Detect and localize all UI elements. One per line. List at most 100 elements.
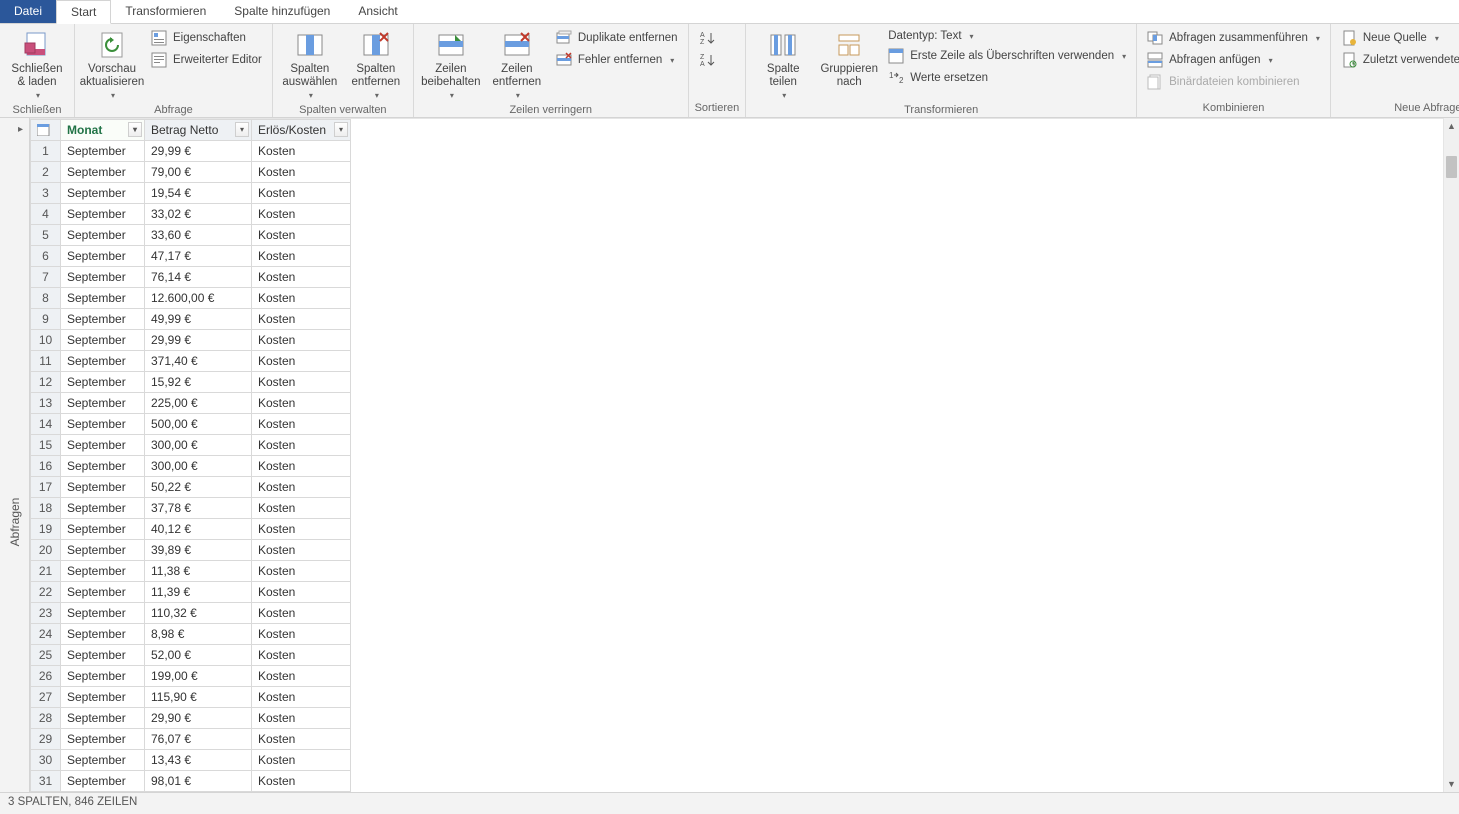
advanced-editor-button[interactable]: Erweiterter Editor <box>147 50 266 70</box>
row-number[interactable]: 11 <box>31 351 61 372</box>
table-row[interactable]: 4September33,02 €Kosten <box>31 204 351 225</box>
cell-monat[interactable]: September <box>61 435 145 456</box>
cell-betrag[interactable]: 49,99 € <box>145 309 252 330</box>
table-row[interactable]: 29September76,07 €Kosten <box>31 729 351 750</box>
row-number[interactable]: 15 <box>31 435 61 456</box>
remove-errors-button[interactable]: Fehler entfernen <box>552 50 682 70</box>
table-corner[interactable] <box>31 120 61 141</box>
table-row[interactable]: 7September76,14 €Kosten <box>31 267 351 288</box>
cell-erloes[interactable]: Kosten <box>252 582 351 603</box>
filter-monat[interactable]: ▾ <box>128 122 142 137</box>
cell-erloes[interactable]: Kosten <box>252 666 351 687</box>
cell-betrag[interactable]: 79,00 € <box>145 162 252 183</box>
cell-betrag[interactable]: 110,32 € <box>145 603 252 624</box>
cell-betrag[interactable]: 300,00 € <box>145 435 252 456</box>
cell-erloes[interactable]: Kosten <box>252 456 351 477</box>
cell-erloes[interactable]: Kosten <box>252 708 351 729</box>
row-number[interactable]: 14 <box>31 414 61 435</box>
table-row[interactable]: 24September8,98 €Kosten <box>31 624 351 645</box>
cell-betrag[interactable]: 33,02 € <box>145 204 252 225</box>
row-number[interactable]: 13 <box>31 393 61 414</box>
cell-betrag[interactable]: 225,00 € <box>145 393 252 414</box>
row-number[interactable]: 8 <box>31 288 61 309</box>
replace-values-button[interactable]: 12Werte ersetzen <box>884 68 1130 88</box>
cell-erloes[interactable]: Kosten <box>252 750 351 771</box>
scroll-up-button[interactable]: ▲ <box>1444 118 1459 134</box>
table-row[interactable]: 2September79,00 €Kosten <box>31 162 351 183</box>
row-number[interactable]: 9 <box>31 309 61 330</box>
cell-monat[interactable]: September <box>61 456 145 477</box>
column-header-monat[interactable]: Monat▾ <box>61 120 145 141</box>
table-row[interactable]: 31September98,01 €Kosten <box>31 771 351 792</box>
row-number[interactable]: 30 <box>31 750 61 771</box>
table-row[interactable]: 8September12.600,00 €Kosten <box>31 288 351 309</box>
cell-erloes[interactable]: Kosten <box>252 288 351 309</box>
table-row[interactable]: 1September29,99 €Kosten <box>31 141 351 162</box>
cell-erloes[interactable]: Kosten <box>252 561 351 582</box>
remove-duplicates-button[interactable]: Duplikate entfernen <box>552 28 682 48</box>
cell-betrag[interactable]: 40,12 € <box>145 519 252 540</box>
table-row[interactable]: 16September300,00 €Kosten <box>31 456 351 477</box>
cell-monat[interactable]: September <box>61 561 145 582</box>
cell-erloes[interactable]: Kosten <box>252 540 351 561</box>
cell-monat[interactable]: September <box>61 666 145 687</box>
cell-erloes[interactable]: Kosten <box>252 498 351 519</box>
cell-erloes[interactable]: Kosten <box>252 687 351 708</box>
new-source-button[interactable]: Neue Quelle <box>1337 28 1459 48</box>
first-row-header-button[interactable]: Erste Zeile als Überschriften verwenden <box>884 46 1130 66</box>
table-row[interactable]: 18September37,78 €Kosten <box>31 498 351 519</box>
cell-betrag[interactable]: 11,38 € <box>145 561 252 582</box>
cell-monat[interactable]: September <box>61 330 145 351</box>
cell-monat[interactable]: September <box>61 288 145 309</box>
table-row[interactable]: 17September50,22 €Kosten <box>31 477 351 498</box>
table-row[interactable]: 19September40,12 €Kosten <box>31 519 351 540</box>
cell-erloes[interactable]: Kosten <box>252 351 351 372</box>
cell-betrag[interactable]: 29,99 € <box>145 330 252 351</box>
refresh-preview-button[interactable]: Vorschauaktualisieren <box>81 26 143 102</box>
cell-betrag[interactable]: 98,01 € <box>145 771 252 792</box>
remove-columns-button[interactable]: Spaltenentfernen <box>345 26 407 102</box>
cell-erloes[interactable]: Kosten <box>252 477 351 498</box>
cell-monat[interactable]: September <box>61 309 145 330</box>
cell-monat[interactable]: September <box>61 645 145 666</box>
filter-erloes[interactable]: ▾ <box>334 122 348 137</box>
row-number[interactable]: 10 <box>31 330 61 351</box>
append-queries-button[interactable]: Abfragen anfügen <box>1143 50 1324 70</box>
cell-betrag[interactable]: 12.600,00 € <box>145 288 252 309</box>
table-row[interactable]: 11September371,40 €Kosten <box>31 351 351 372</box>
tab-view[interactable]: Ansicht <box>344 0 411 23</box>
cell-betrag[interactable]: 29,99 € <box>145 141 252 162</box>
cell-betrag[interactable]: 500,00 € <box>145 414 252 435</box>
cell-betrag[interactable]: 37,78 € <box>145 498 252 519</box>
row-number[interactable]: 18 <box>31 498 61 519</box>
row-number[interactable]: 19 <box>31 519 61 540</box>
cell-betrag[interactable]: 371,40 € <box>145 351 252 372</box>
recent-sources-button[interactable]: Zuletzt verwendete Quellen <box>1337 50 1459 70</box>
cell-betrag[interactable]: 76,07 € <box>145 729 252 750</box>
cell-betrag[interactable]: 29,90 € <box>145 708 252 729</box>
cell-erloes[interactable]: Kosten <box>252 624 351 645</box>
cell-monat[interactable]: September <box>61 498 145 519</box>
expand-queries-button[interactable]: ▸ <box>18 124 23 135</box>
column-header-erloes[interactable]: Erlös/Kosten▾ <box>252 120 351 141</box>
table-row[interactable]: 22September11,39 €Kosten <box>31 582 351 603</box>
row-number[interactable]: 7 <box>31 267 61 288</box>
row-number[interactable]: 28 <box>31 708 61 729</box>
cell-monat[interactable]: September <box>61 729 145 750</box>
cell-monat[interactable]: September <box>61 414 145 435</box>
cell-monat[interactable]: September <box>61 162 145 183</box>
row-number[interactable]: 24 <box>31 624 61 645</box>
cell-monat[interactable]: September <box>61 750 145 771</box>
cell-erloes[interactable]: Kosten <box>252 330 351 351</box>
cell-erloes[interactable]: Kosten <box>252 393 351 414</box>
cell-betrag[interactable]: 300,00 € <box>145 456 252 477</box>
filter-betrag[interactable]: ▾ <box>235 122 249 137</box>
remove-rows-button[interactable]: Zeilenentfernen <box>486 26 548 102</box>
cell-monat[interactable]: September <box>61 477 145 498</box>
cell-erloes[interactable]: Kosten <box>252 519 351 540</box>
cell-monat[interactable]: September <box>61 225 145 246</box>
table-row[interactable]: 30September13,43 €Kosten <box>31 750 351 771</box>
table-row[interactable]: 13September225,00 €Kosten <box>31 393 351 414</box>
cell-monat[interactable]: September <box>61 582 145 603</box>
table-row[interactable]: 28September29,90 €Kosten <box>31 708 351 729</box>
